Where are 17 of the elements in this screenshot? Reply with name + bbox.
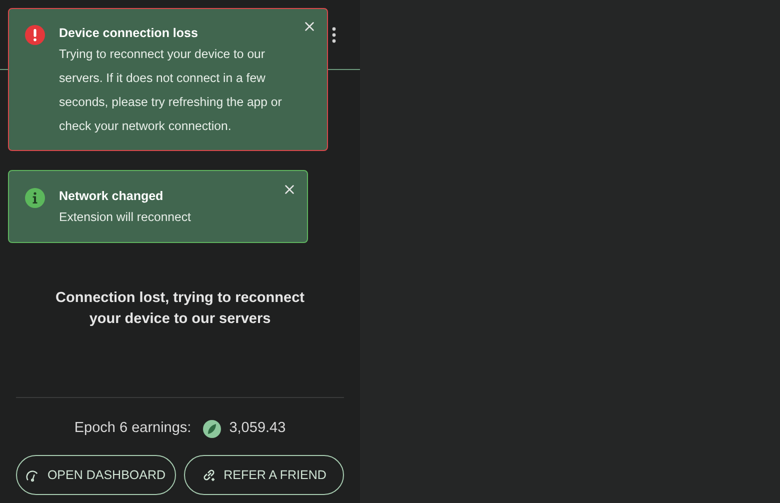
- earnings-label: Epoch 6 earnings:: [74, 419, 192, 438]
- toast-title: Device connection loss: [59, 25, 199, 41]
- alert-icon: [25, 25, 45, 45]
- dashboard-button[interactable]: OPEN DASHBOARD: [16, 455, 176, 495]
- token-icon: [203, 420, 222, 438]
- info-icon: [25, 188, 45, 208]
- toast-message: Trying to reconnect your device to our servers. If it does not connect in a few seconds, please try refreshing the app or check your network connection.: [59, 46, 283, 135]
- link-icon: [202, 468, 216, 482]
- gauge-icon: [26, 468, 40, 482]
- toast-message: Extension will reconnect: [59, 209, 192, 226]
- refer-button[interactable]: REFER A FRIEND: [184, 455, 344, 495]
- earnings-value: 3,059.43: [229, 419, 286, 438]
- close-button[interactable]: [282, 182, 297, 197]
- more-icon[interactable]: [332, 26, 336, 42]
- toast-title: Network changed: [59, 188, 164, 204]
- close-button[interactable]: [302, 19, 317, 34]
- status-message: Connection lost, trying to reconnect your device to our servers: [54, 289, 306, 329]
